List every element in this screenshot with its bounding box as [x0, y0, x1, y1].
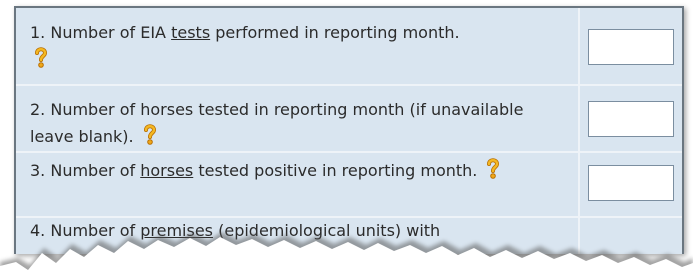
question-row-1: 1. Number of EIA tests performed in repo… [16, 8, 682, 86]
question-1-input[interactable] [588, 29, 674, 65]
premises-link[interactable]: premises [140, 221, 213, 240]
question-3-label: 3. Number of horses tested positive in r… [30, 157, 570, 184]
question-row-3: 3. Number of horses tested positive in r… [16, 153, 682, 218]
question-mark-icon[interactable] [143, 123, 157, 145]
column-divider [578, 153, 580, 216]
question-mark-icon[interactable] [486, 157, 500, 179]
question-1-text-after: performed in reporting month. [210, 23, 460, 42]
question-1-text-before: Number of EIA [50, 23, 172, 42]
question-1-label: 1. Number of EIA tests performed in repo… [30, 20, 570, 73]
question-3-text-before: Number of [50, 161, 141, 180]
question-4-text-before: Number of [50, 221, 141, 240]
question-3-text-after: tested positive in reporting month. [193, 161, 478, 180]
form-snippet: 1. Number of EIA tests performed in repo… [0, 0, 693, 279]
column-divider [578, 8, 580, 84]
question-2-number: 2. [30, 100, 46, 119]
column-divider [578, 218, 580, 254]
question-panel: 1. Number of EIA tests performed in repo… [14, 6, 684, 254]
question-4-label: 4. Number of premises (epidemiological u… [30, 218, 570, 244]
column-divider [578, 86, 580, 151]
question-mark-icon[interactable] [34, 46, 48, 68]
question-2-input[interactable] [588, 101, 674, 137]
question-2-text: Number of horses tested in reporting mon… [30, 100, 524, 146]
question-3-input[interactable] [588, 165, 674, 201]
question-4-text-after: (epidemiological units) with [213, 221, 441, 240]
question-row-4: 4. Number of premises (epidemiological u… [16, 218, 682, 254]
horses-link[interactable]: horses [140, 161, 193, 180]
tests-link[interactable]: tests [171, 23, 210, 42]
question-row-2: 2. Number of horses tested in reporting … [16, 86, 682, 153]
question-1-number: 1. [30, 23, 46, 42]
question-4-number: 4. [30, 221, 46, 240]
question-2-label: 2. Number of horses tested in reporting … [30, 97, 570, 150]
question-3-number: 3. [30, 161, 46, 180]
